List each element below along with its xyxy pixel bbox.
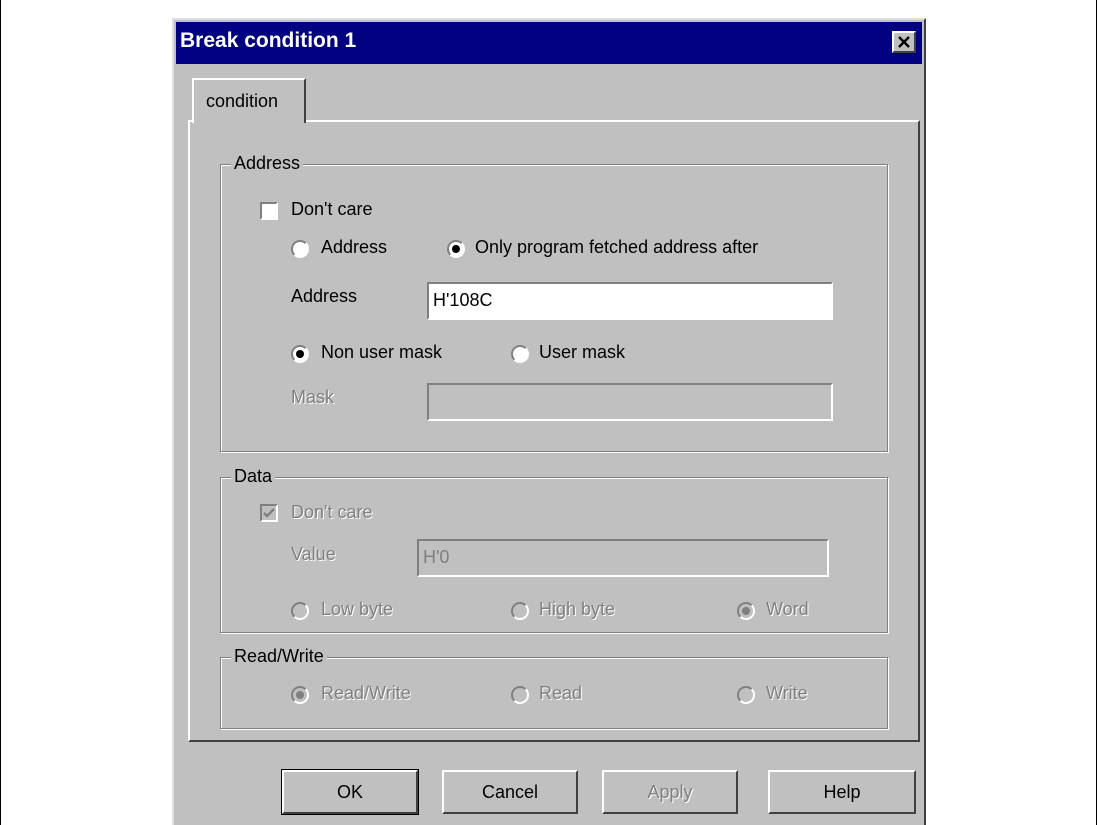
address-group: Address Don't care Address Only program … [220, 153, 888, 452]
address-input[interactable]: H'108C [427, 282, 833, 320]
read-write-label: Read/Write [321, 683, 411, 703]
address-input-value: H'108C [433, 290, 493, 310]
address-dont-care-label: Don't care [291, 199, 373, 219]
address-radio[interactable] [291, 240, 309, 258]
value-input-value: H'0 [423, 547, 450, 567]
write-radio[interactable] [737, 686, 755, 704]
program-fetched-radio[interactable] [447, 240, 465, 258]
address-radio-label: Address [321, 237, 388, 257]
user-mask-label: User mask [539, 342, 626, 362]
read-write-radio[interactable] [291, 686, 309, 704]
checkmark-icon [263, 508, 275, 518]
low-byte-radio[interactable] [291, 602, 309, 620]
dialog-title: Break condition 1 [180, 29, 357, 52]
tab-condition-label: condition [206, 91, 279, 111]
cancel-button-label: Cancel [481, 781, 539, 802]
address-group-legend: Address [231, 153, 304, 174]
program-fetched-radio-label: Only program fetched address after [475, 237, 759, 257]
read-label: Read [539, 683, 583, 703]
break-condition-dialog: Break condition 1 condition Address Don'… [172, 18, 926, 825]
data-dont-care-checkbox[interactable] [260, 504, 278, 522]
address-field-label: Address [291, 286, 358, 306]
tab-condition[interactable]: condition [192, 78, 306, 123]
title-bar[interactable]: Break condition 1 [176, 22, 922, 64]
non-user-mask-radio[interactable] [291, 345, 309, 363]
read-radio[interactable] [511, 686, 529, 704]
page-right-border [1096, 0, 1097, 825]
data-group: Data Don't care Value H'0 Low byte High … [220, 466, 888, 633]
user-mask-radio[interactable] [511, 345, 529, 363]
apply-button-label: Apply [647, 781, 693, 802]
high-byte-label: High byte [539, 599, 616, 619]
word-label: Word [766, 599, 809, 619]
mask-input[interactable] [427, 383, 833, 421]
word-radio[interactable] [737, 602, 755, 620]
data-dont-care-label: Don't care [291, 502, 373, 522]
ok-button-label: OK [336, 781, 363, 802]
data-group-legend: Data [231, 466, 276, 487]
address-dont-care-checkbox[interactable] [260, 202, 278, 220]
help-button-label: Help [823, 781, 861, 802]
value-input[interactable]: H'0 [417, 539, 829, 577]
close-icon [898, 36, 910, 48]
value-field-label: Value [291, 544, 336, 564]
mask-field-label: Mask [291, 387, 335, 407]
help-button[interactable]: Help [768, 770, 916, 814]
condition-tab-panel: Address Don't care Address Only program … [188, 120, 920, 742]
read-write-group: Read/Write Read/Write Read Write [220, 646, 888, 729]
write-label: Write [766, 683, 808, 703]
page-left-border [0, 0, 1, 825]
non-user-mask-label: Non user mask [321, 342, 443, 362]
apply-button[interactable]: Apply [602, 770, 738, 814]
close-button[interactable] [892, 31, 916, 53]
low-byte-label: Low byte [321, 599, 394, 619]
ok-button[interactable]: OK [281, 769, 419, 815]
read-write-group-legend: Read/Write [231, 646, 327, 667]
cancel-button[interactable]: Cancel [442, 770, 578, 814]
high-byte-radio[interactable] [511, 602, 529, 620]
